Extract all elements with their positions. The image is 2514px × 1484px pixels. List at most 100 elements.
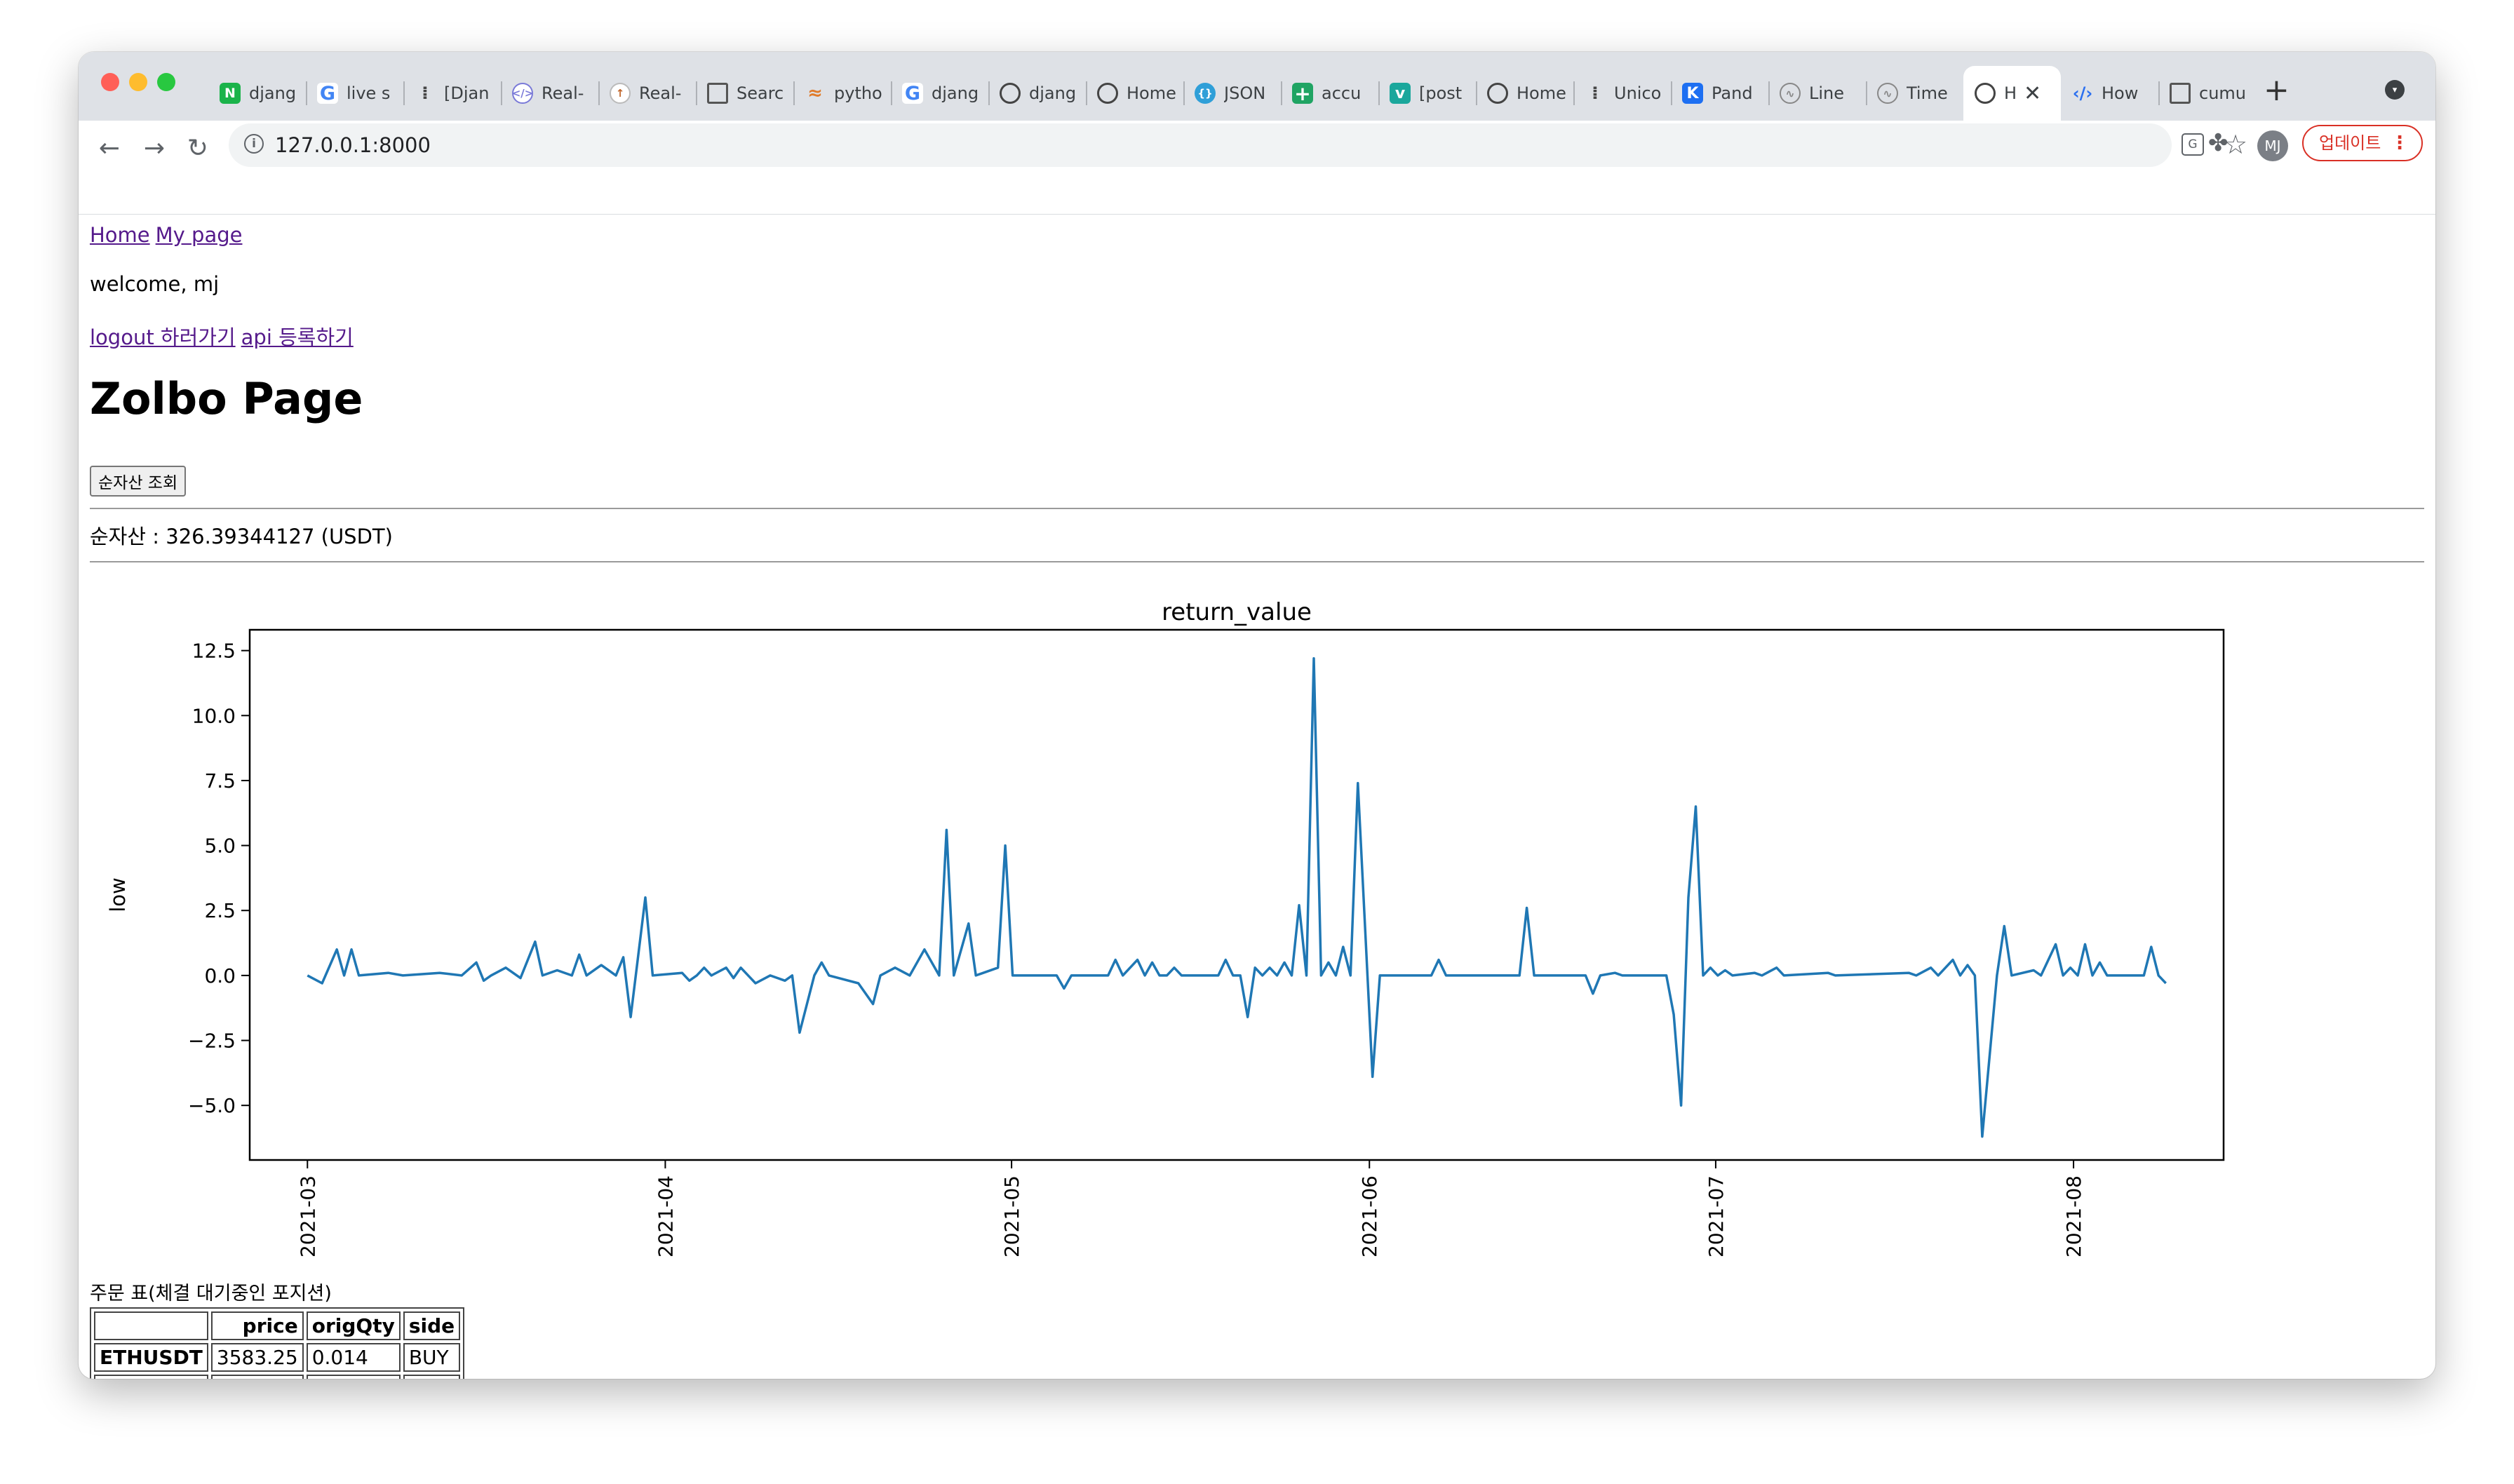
extensions-icon[interactable]: ✤ (2208, 125, 2229, 161)
table-cell: BUY (403, 1375, 461, 1379)
tab-title: cumu (2199, 83, 2246, 103)
browser-tab[interactable]: Home (1086, 66, 1183, 121)
browser-tab[interactable]: </> Real- (501, 66, 598, 121)
tab-title: djang (932, 83, 979, 103)
api-register-link[interactable]: api 등록하기 (241, 325, 354, 349)
notion-n-icon: N (220, 83, 241, 104)
more-menu-icon: ⋮ (2391, 133, 2409, 154)
forward-button[interactable]: → (139, 133, 170, 164)
tab-search-button[interactable]: ▾ (2385, 80, 2405, 100)
real-icon: ↑ (610, 83, 631, 104)
plot-frame (248, 628, 2225, 1161)
globe-icon (1975, 83, 1996, 104)
browser-tab[interactable]: cumu (2158, 66, 2256, 121)
tab-close-icon[interactable]: ✕ (2024, 81, 2041, 106)
address-bar[interactable]: i 127.0.0.1:8000 G ☆ (229, 123, 2247, 167)
tab-title: live s (347, 83, 391, 103)
tab-title: H (2004, 83, 2017, 103)
globe-icon (1097, 83, 1118, 104)
table-cell: 3583.25 (210, 1343, 304, 1372)
browser-tab[interactable]: Home (1476, 66, 1573, 121)
browser-tab[interactable]: Searc (696, 66, 793, 121)
browser-tab[interactable]: Glive s (306, 66, 403, 121)
tab-title: accu (1322, 83, 1362, 103)
net-asset-button[interactable]: 순자산 조회 (90, 466, 187, 497)
browser-tab[interactable]: djang (988, 66, 1086, 121)
row-header: ETHUSDT (94, 1375, 208, 1379)
tab-title: [Djan (444, 83, 490, 103)
update-button[interactable]: 업데이트 ⋮ (2302, 125, 2423, 161)
tab-title: djang (1029, 83, 1077, 103)
tab-title: Real- (639, 83, 682, 103)
column-header (94, 1311, 208, 1340)
globe-icon (1487, 83, 1508, 104)
browser-tab[interactable]: K Pand (1671, 66, 1768, 121)
page-content: Home My page welcome, mj logout 하러가기 api 등… (79, 215, 2435, 1379)
page-title: Zolbo Page (90, 373, 363, 424)
tab-title: Real- (542, 83, 584, 103)
x-tick-label: 2021-08 (2062, 1175, 2085, 1257)
translate-icon[interactable]: G (2182, 133, 2204, 156)
v-icon: v (1390, 83, 1411, 104)
mypage-link[interactable]: My page (156, 223, 243, 247)
pulse-icon: ∿ (1877, 83, 1898, 104)
browser-toolbar: ← → ↻ i 127.0.0.1:8000 G ☆ ✤ MJ 업데이트 ⋮ (79, 121, 2435, 215)
browser-tab[interactable]: ⁞ [Djan (403, 66, 501, 121)
browser-tab[interactable]: ∿ Time (1866, 66, 1963, 121)
browser-tab[interactable]: ≈ pytho (793, 66, 891, 121)
tab-strip: Ndjang Glive s ⁞ [Djan </> Real- ↑ Real- Searc ≈ p… (79, 52, 2435, 121)
book-icon (2170, 83, 2191, 104)
profile-avatar[interactable]: MJ (2257, 130, 2288, 161)
chart-title: return_value (1162, 598, 1312, 626)
back-button[interactable]: ← (94, 133, 125, 164)
dots-icon: ⁞ (422, 83, 429, 104)
x-tick-label: 2021-05 (1000, 1175, 1023, 1257)
browser-tab[interactable]: ⁞ Unico (1573, 66, 1671, 121)
dots-icon: ⁞ (1592, 83, 1599, 104)
logout-link[interactable]: logout 하러가기 (90, 325, 236, 349)
browser-tab[interactable]: ‹/› How (2061, 66, 2158, 121)
tab-title: Line (1809, 83, 1845, 103)
table-cell: 0.014 (306, 1343, 401, 1372)
browser-tab[interactable]: H ✕ (1963, 66, 2061, 121)
update-button-label: 업데이트 (2319, 133, 2381, 153)
net-asset-text: 순자산 : 326.39344127 (USDT) (90, 525, 393, 548)
divider (90, 508, 2424, 509)
tab-title: pytho (834, 83, 882, 103)
account-links: logout 하러가기 api 등록하기 (90, 321, 359, 351)
zoom-window-button[interactable] (157, 73, 175, 91)
browser-tab[interactable]: Gdjang (891, 66, 988, 121)
google-icon: G (902, 83, 923, 104)
tab-title: Unico (1614, 83, 1662, 103)
y-tick-label: 5.0 (204, 835, 236, 858)
browser-tab[interactable]: ↑ Real- (598, 66, 696, 121)
browser-tab[interactable]: Ndjang (208, 66, 306, 121)
series-line (307, 657, 2167, 1138)
tab-title: Searc (737, 83, 784, 103)
python-icon: ≈ (807, 83, 823, 104)
k-icon: K (1682, 83, 1703, 104)
reload-button[interactable]: ↻ (182, 133, 213, 164)
table-cell: 0.021 (306, 1375, 401, 1379)
tab-title: djang (249, 83, 297, 103)
minimize-window-button[interactable] (129, 73, 147, 91)
site-info-icon[interactable]: i (244, 134, 264, 154)
orders-table-caption: 주문 표(체결 대기중인 포지션) (90, 1283, 332, 1304)
home-link[interactable]: Home (90, 223, 150, 247)
top-nav: Home My page (90, 223, 248, 247)
close-window-button[interactable] (101, 73, 119, 91)
tab-title: Pand (1712, 83, 1753, 103)
new-tab-button[interactable]: + (2264, 69, 2290, 112)
url-text[interactable]: 127.0.0.1:8000 (275, 123, 431, 167)
table-cell: BUY (403, 1343, 461, 1372)
divider (90, 561, 2424, 562)
tab-list: Ndjang Glive s ⁞ [Djan </> Real- ↑ Real- Searc ≈ p… (208, 66, 2256, 121)
globe-icon (1000, 83, 1021, 104)
table-row: ETHUSDT 3583.25 0.014 BUY (94, 1343, 461, 1372)
welcome-text: welcome, mj (90, 272, 220, 296)
browser-tab[interactable]: ∿ Line (1768, 66, 1866, 121)
browser-tab[interactable]: {} JSON (1183, 66, 1281, 121)
y-tick-label: −5.0 (188, 1094, 236, 1117)
browser-tab[interactable]: + accu (1281, 66, 1378, 121)
browser-tab[interactable]: v [post (1378, 66, 1476, 121)
